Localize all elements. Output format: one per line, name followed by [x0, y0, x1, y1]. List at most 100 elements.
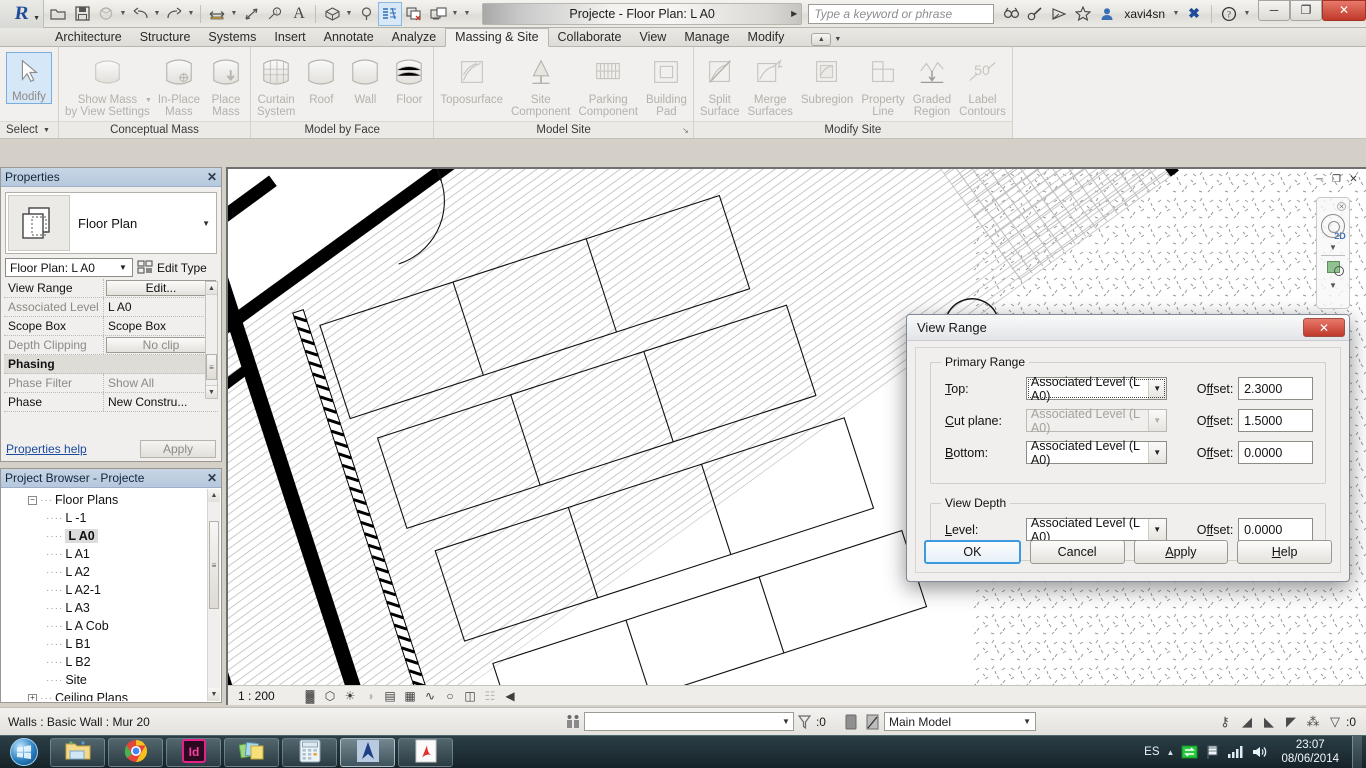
visual-style-icon[interactable]: ⬡: [320, 687, 340, 705]
user-menu-chevron-icon[interactable]: ▼: [1171, 2, 1181, 26]
ribbon-tab-analyze[interactable]: Analyze: [383, 29, 445, 46]
property-value-scope-box[interactable]: Scope Box: [104, 317, 218, 335]
ribbon-tab-annotate[interactable]: Annotate: [315, 29, 383, 46]
close-icon[interactable]: ✕: [207, 170, 217, 184]
infocenter-search-input[interactable]: Type a keyword or phrase: [808, 3, 995, 24]
chevron-down-icon[interactable]: ▼: [33, 15, 40, 22]
dialog-launcher-icon[interactable]: ↘: [682, 126, 689, 135]
steering-wheel-icon[interactable]: [1321, 214, 1345, 238]
apply-button[interactable]: Apply: [140, 440, 216, 458]
chevron-down-icon[interactable]: ▼: [202, 219, 210, 228]
show-desktop-button[interactable]: [1352, 735, 1362, 768]
top-offset-input[interactable]: 2.3000: [1238, 377, 1313, 400]
restore-button[interactable]: ❐: [1290, 0, 1322, 21]
title-dropdown-icon[interactable]: ▶: [791, 9, 797, 18]
3d-view-dropdown-icon[interactable]: ▼: [344, 2, 354, 26]
show-crop-region-icon[interactable]: ∿: [420, 687, 440, 705]
modify-button-surface[interactable]: Modify: [6, 52, 52, 104]
type-selector-combo[interactable]: Floor Plan: L A0 ▼: [5, 258, 133, 277]
browser-node-l-a3[interactable]: ···· L A3: [2, 599, 206, 617]
chevron-down-icon[interactable]: ▼: [145, 97, 152, 104]
browser-node-l-a-cob[interactable]: ···· L A Cob: [2, 617, 206, 635]
properties-scrollbar[interactable]: ▲ ≡ ▼: [205, 281, 218, 399]
chevron-down-icon[interactable]: ▼: [1329, 243, 1337, 252]
editable-only-icon[interactable]: ⁂: [1302, 712, 1324, 732]
browser-node-floor-plans[interactable]: − ··· Floor Plans: [2, 491, 206, 509]
ribbon-tab-manage[interactable]: Manage: [675, 29, 738, 46]
ribbon-tab-modify[interactable]: Modify: [739, 29, 794, 46]
switch-windows-icon[interactable]: [426, 2, 450, 26]
taskbar-google-chrome[interactable]: [108, 737, 163, 767]
ribbon-tab-massing-site[interactable]: Massing & Site: [445, 28, 549, 47]
open-file-icon[interactable]: [46, 2, 70, 26]
ribbon-tab-insert[interactable]: Insert: [265, 29, 314, 46]
view-scale-label[interactable]: 1 : 200: [238, 689, 300, 703]
browser-node-l-a2-1[interactable]: ···· L A2-1: [2, 581, 206, 599]
scroll-down-icon[interactable]: ▼: [206, 385, 217, 398]
ok-button[interactable]: OK: [924, 540, 1021, 564]
ribbon-tab-view[interactable]: View: [630, 29, 675, 46]
taskbar-windows-explorer[interactable]: [50, 737, 105, 767]
customize-qat-icon[interactable]: ▼: [460, 2, 474, 26]
bottom-level-combo[interactable]: Associated Level (L A0) ▼: [1025, 439, 1167, 467]
dialog-close-button[interactable]: ✕: [1303, 318, 1345, 337]
view-minimize-icon[interactable]: ─: [1313, 173, 1326, 186]
chevron-down-icon[interactable]: ▼: [1147, 442, 1166, 463]
exclude-options-icon[interactable]: ◣: [1258, 712, 1280, 732]
depth-clipping-button[interactable]: No clip: [106, 337, 216, 353]
start-button[interactable]: [0, 736, 48, 768]
taskbar-sticky-notes[interactable]: [224, 737, 279, 767]
top-level-combo[interactable]: Associated Level (L A0) ▼: [1025, 375, 1167, 403]
worksets-editing-icon[interactable]: [862, 712, 884, 732]
close-icon[interactable]: ✕: [1337, 202, 1346, 211]
switch-windows-dropdown-icon[interactable]: ▼: [450, 2, 460, 26]
properties-help-link[interactable]: Properties help: [6, 442, 87, 456]
favorites-star-icon[interactable]: [1072, 3, 1094, 25]
taskbar-calculator[interactable]: [282, 737, 337, 767]
help-dropdown-icon[interactable]: ▼: [1242, 2, 1252, 26]
close-icon[interactable]: ✕: [207, 471, 217, 485]
taskbar-clock[interactable]: 23:07 08/06/2014: [1275, 738, 1345, 766]
tree-expander-icon[interactable]: −: [28, 495, 37, 505]
user-avatar-icon[interactable]: [1096, 3, 1118, 25]
application-menu-button[interactable]: R ▼: [0, 0, 44, 28]
browser-node-l-a2[interactable]: ···· L A2: [2, 563, 206, 581]
level-offset-input[interactable]: 0.0000: [1238, 518, 1313, 541]
status-filter-input[interactable]: ▼: [583, 712, 794, 731]
volume-icon[interactable]: [1251, 745, 1268, 759]
property-value-associated-level[interactable]: L A0: [104, 298, 218, 316]
measure-dropdown-icon[interactable]: ▼: [229, 2, 239, 26]
chevron-down-icon[interactable]: ▼: [782, 717, 790, 726]
chevron-down-icon[interactable]: ▼: [1023, 717, 1031, 726]
properties-section-phasing[interactable]: Phasing⌃: [4, 355, 218, 374]
press-and-drag-icon[interactable]: [562, 712, 584, 732]
default-3d-view-icon[interactable]: [320, 2, 344, 26]
show-hidden-icons-icon[interactable]: ▲: [1167, 748, 1175, 757]
minimize-button[interactable]: ─: [1258, 0, 1290, 21]
measure-icon[interactable]: [205, 2, 229, 26]
action-center-flag-icon[interactable]: [1205, 744, 1220, 760]
subscription-center-icon[interactable]: [1024, 3, 1046, 25]
view-restore-icon[interactable]: ❐: [1330, 173, 1343, 186]
view-range-edit-button[interactable]: Edit...: [106, 280, 216, 296]
browser-node-l-a1[interactable]: ···· L A1: [2, 545, 206, 563]
scroll-up-icon[interactable]: ▲: [206, 282, 217, 295]
active-design-option-icon[interactable]: ◤: [1280, 712, 1302, 732]
edit-type-button[interactable]: Edit Type: [137, 260, 207, 275]
autodesk-exchange-icon[interactable]: ✖: [1183, 3, 1205, 25]
scrollbar-thumb[interactable]: ≡: [209, 521, 219, 609]
browser-node-l-b2[interactable]: ···· L B2: [2, 653, 206, 671]
browser-node-l-a0[interactable]: ···· L A0: [2, 527, 206, 545]
property-value-phase-filter[interactable]: Show All: [104, 374, 218, 392]
model-display-icon[interactable]: [840, 712, 862, 732]
browser-node-l-1[interactable]: ···· L -1: [2, 509, 206, 527]
close-hidden-windows-icon[interactable]: [402, 2, 426, 26]
worksets-icon[interactable]: ⚷: [1214, 712, 1236, 732]
chevron-down-icon[interactable]: ▼: [1329, 281, 1337, 290]
property-value-phase[interactable]: New Constru...: [104, 393, 218, 411]
text-icon[interactable]: A: [287, 2, 311, 26]
close-button[interactable]: ✕: [1322, 0, 1366, 21]
scroll-up-icon[interactable]: ▲: [208, 489, 220, 502]
chevron-down-icon[interactable]: ▼: [43, 127, 50, 134]
ribbon-tab-architecture[interactable]: Architecture: [46, 29, 131, 46]
